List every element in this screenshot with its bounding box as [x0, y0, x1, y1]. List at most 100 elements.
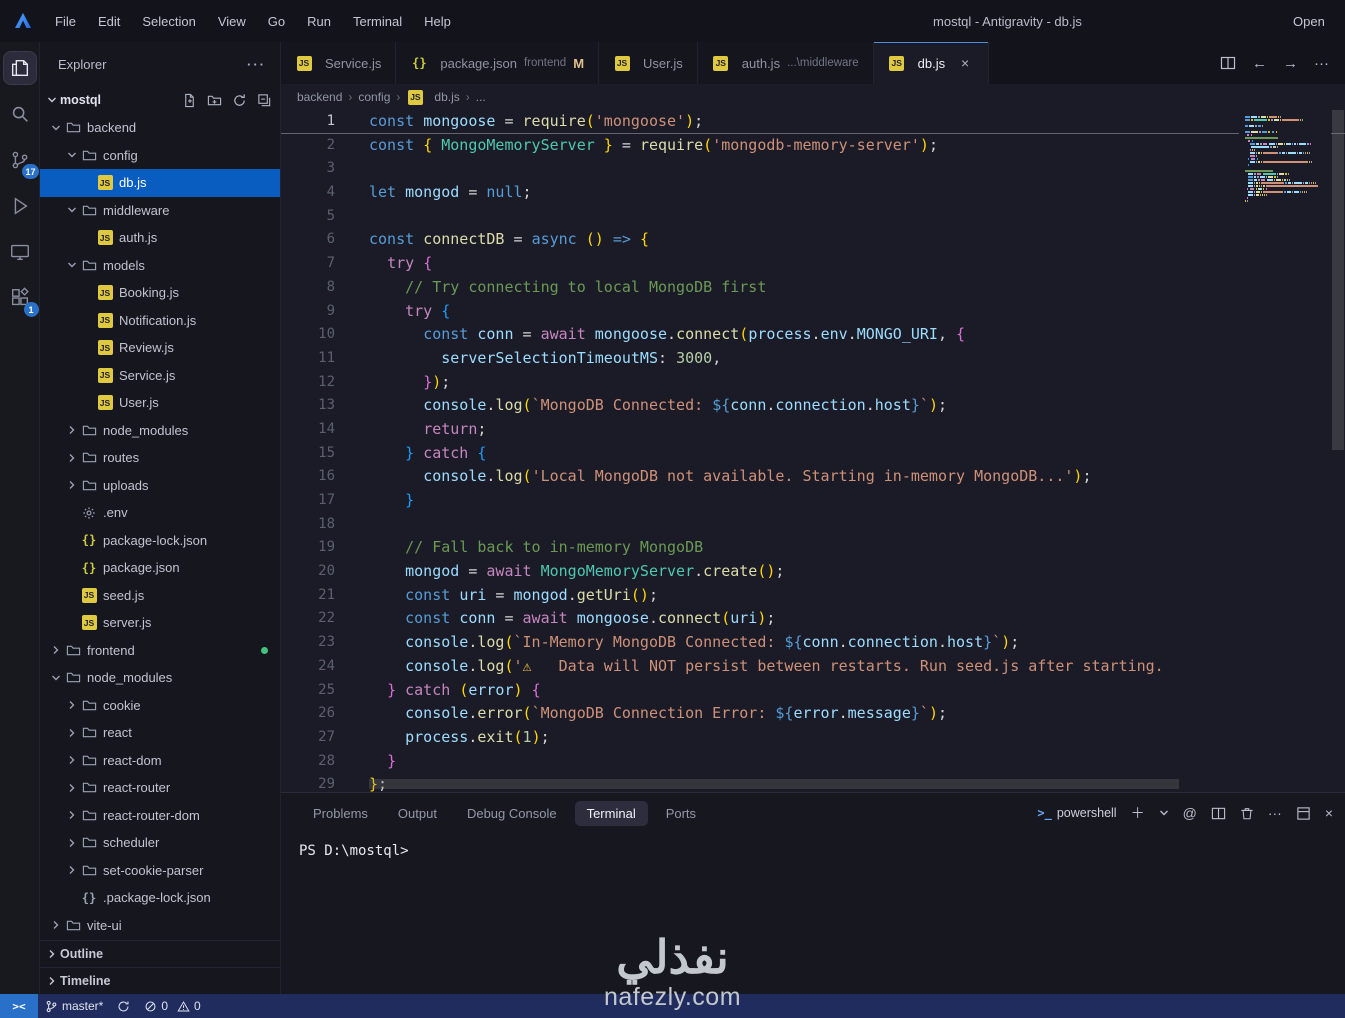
code-line-11[interactable]: 11 serverSelectionTimeoutMS: 3000,	[281, 347, 1345, 371]
tab-user-js[interactable]: JS User.js	[599, 42, 698, 84]
code-line-8[interactable]: 8 // Try connecting to local MongoDB fir…	[281, 276, 1345, 300]
tree-item-env[interactable]: .env	[40, 499, 280, 527]
tree-item-config[interactable]: config	[40, 142, 280, 170]
code-line-23[interactable]: 23 console.log(`In-Memory MongoDB Connec…	[281, 631, 1345, 655]
tree-item-server-js[interactable]: JS server.js	[40, 609, 280, 637]
panel-more-actions-icon[interactable]: ···	[1268, 805, 1282, 821]
new-file-icon[interactable]	[182, 93, 197, 108]
shell-selector[interactable]: >_ powershell	[1037, 806, 1116, 820]
code-line-26[interactable]: 26 console.error(`MongoDB Connection Err…	[281, 702, 1345, 726]
tree-item-frontend[interactable]: frontend	[40, 637, 280, 665]
code-line-3[interactable]: 3	[281, 157, 1345, 181]
tree-item-db-js[interactable]: JS db.js	[40, 169, 280, 197]
tree-item-package-json[interactable]: {} package.json	[40, 554, 280, 582]
navigate-back-icon[interactable]: ←	[1252, 55, 1267, 72]
collapse-folders-icon[interactable]	[257, 93, 272, 108]
code-line-27[interactable]: 27 process.exit(1);	[281, 726, 1345, 750]
menu-go[interactable]: Go	[257, 9, 296, 34]
tree-item-react-router-dom[interactable]: react-router-dom	[40, 802, 280, 830]
menu-edit[interactable]: Edit	[87, 9, 131, 34]
tree-item-react[interactable]: react	[40, 719, 280, 747]
code-line-2[interactable]: 2 const { MongoMemoryServer } = require('…	[281, 134, 1345, 158]
activity-remote-explorer-icon[interactable]	[4, 236, 36, 268]
code-line-25[interactable]: 25 } catch (error) {	[281, 679, 1345, 703]
code-line-7[interactable]: 7 try {	[281, 252, 1345, 276]
breadcrumb-backend[interactable]: backend	[297, 90, 342, 104]
tree-item-backend[interactable]: backend	[40, 114, 280, 142]
close-panel-icon[interactable]: ×	[1325, 805, 1333, 821]
code-line-9[interactable]: 9 try {	[281, 300, 1345, 324]
tree-item-notification-js[interactable]: JS Notification.js	[40, 307, 280, 335]
panel-tab-terminal[interactable]: Terminal	[574, 800, 648, 826]
navigate-forward-icon[interactable]: →	[1283, 55, 1298, 72]
tree-item-uploads[interactable]: uploads	[40, 472, 280, 500]
code-line-17[interactable]: 17 }	[281, 489, 1345, 513]
git-branch-status[interactable]: master*	[38, 994, 110, 1018]
tab-service-js[interactable]: JS Service.js	[281, 42, 397, 84]
tree-item-user-js[interactable]: JS User.js	[40, 389, 280, 417]
close-tab-icon[interactable]: ×	[956, 54, 974, 72]
tab-auth-js[interactable]: JS auth.js ...\middleware	[697, 42, 874, 84]
code-line-16[interactable]: 16 console.log('Local MongoDB not availa…	[281, 465, 1345, 489]
menu-view[interactable]: View	[207, 9, 257, 34]
tree-item-auth-js[interactable]: JS auth.js	[40, 224, 280, 252]
tree-item-review-js[interactable]: JS Review.js	[40, 334, 280, 362]
split-editor-icon[interactable]	[1220, 55, 1236, 71]
panel-tab-output[interactable]: Output	[386, 801, 449, 826]
tree-item-cookie[interactable]: cookie	[40, 692, 280, 720]
kill-terminal-icon[interactable]	[1240, 806, 1254, 821]
code-line-14[interactable]: 14 return;	[281, 418, 1345, 442]
code-line-12[interactable]: 12 });	[281, 371, 1345, 395]
timeline-section[interactable]: Timeline	[40, 967, 280, 994]
breadcrumb-db-js[interactable]: JS db.js	[406, 89, 460, 105]
tree-item-scheduler[interactable]: scheduler	[40, 829, 280, 857]
minimap[interactable]	[1239, 110, 1331, 792]
titlebar-right-text[interactable]: Open	[1293, 14, 1335, 29]
panel-tab-ports[interactable]: Ports	[654, 801, 708, 826]
breadcrumb-config[interactable]: config	[358, 90, 390, 104]
menu-terminal[interactable]: Terminal	[342, 9, 413, 34]
new-folder-icon[interactable]	[207, 93, 222, 108]
code-line-5[interactable]: 5	[281, 205, 1345, 229]
activity-extensions-icon[interactable]: 1	[4, 282, 39, 317]
tab-package-json[interactable]: {} package.json frontend M	[396, 42, 600, 84]
code-line-13[interactable]: 13 console.log(`MongoDB Connected: ${con…	[281, 394, 1345, 418]
tree-item-vite-ui[interactable]: vite-ui	[40, 912, 280, 940]
horizontal-scrollbar[interactable]	[369, 779, 1179, 789]
code-line-6[interactable]: 6 const connectDB = async () => {	[281, 228, 1345, 252]
activity-source-control-icon[interactable]: 17	[4, 144, 39, 179]
code-line-15[interactable]: 15 } catch {	[281, 442, 1345, 466]
code-line-18[interactable]: 18	[281, 513, 1345, 537]
code-line-19[interactable]: 19 // Fall back to in-memory MongoDB	[281, 536, 1345, 560]
terminal-output[interactable]: PS D:\mostql>	[281, 833, 1345, 994]
vertical-scrollbar[interactable]	[1331, 110, 1345, 792]
code-line-28[interactable]: 28 }	[281, 750, 1345, 774]
code-line-22[interactable]: 22 const conn = await mongoose.connect(u…	[281, 607, 1345, 631]
menu-file[interactable]: File	[44, 9, 87, 34]
tree-item-react-dom[interactable]: react-dom	[40, 747, 280, 775]
menu-run[interactable]: Run	[296, 9, 342, 34]
tree-item-middleware[interactable]: middleware	[40, 197, 280, 225]
tree-item-routes[interactable]: routes	[40, 444, 280, 472]
breadcrumb-[interactable]: ...	[476, 90, 486, 104]
tree-item-booking-js[interactable]: JS Booking.js	[40, 279, 280, 307]
explorer-more-icon[interactable]: ···	[247, 57, 266, 72]
code-line-20[interactable]: 20 mongod = await MongoMemoryServer.crea…	[281, 560, 1345, 584]
terminal-profile-chevron-icon[interactable]	[1159, 808, 1169, 818]
activity-run-debug-icon[interactable]	[4, 190, 36, 222]
split-terminal-icon[interactable]	[1211, 806, 1226, 821]
activity-search-icon[interactable]	[4, 98, 36, 130]
tree-item-node-modules[interactable]: node_modules	[40, 664, 280, 692]
launch-profile-icon[interactable]: @	[1183, 805, 1197, 821]
new-terminal-button[interactable]: ＋	[1131, 803, 1145, 823]
activity-explorer-icon[interactable]	[3, 52, 36, 84]
tree-item-seed-js[interactable]: JS seed.js	[40, 582, 280, 610]
refresh-icon[interactable]	[232, 93, 247, 108]
sync-changes-button[interactable]	[110, 994, 137, 1018]
menu-selection[interactable]: Selection	[131, 9, 206, 34]
code-line-4[interactable]: 4 let mongod = null;	[281, 181, 1345, 205]
workspace-row[interactable]: mostql	[40, 86, 280, 114]
code-line-24[interactable]: 24 console.log('⚠ Data will NOT persist …	[281, 655, 1345, 679]
tree-item-package-lock-json[interactable]: {} .package-lock.json	[40, 884, 280, 912]
code-line-10[interactable]: 10 const conn = await mongoose.connect(p…	[281, 323, 1345, 347]
